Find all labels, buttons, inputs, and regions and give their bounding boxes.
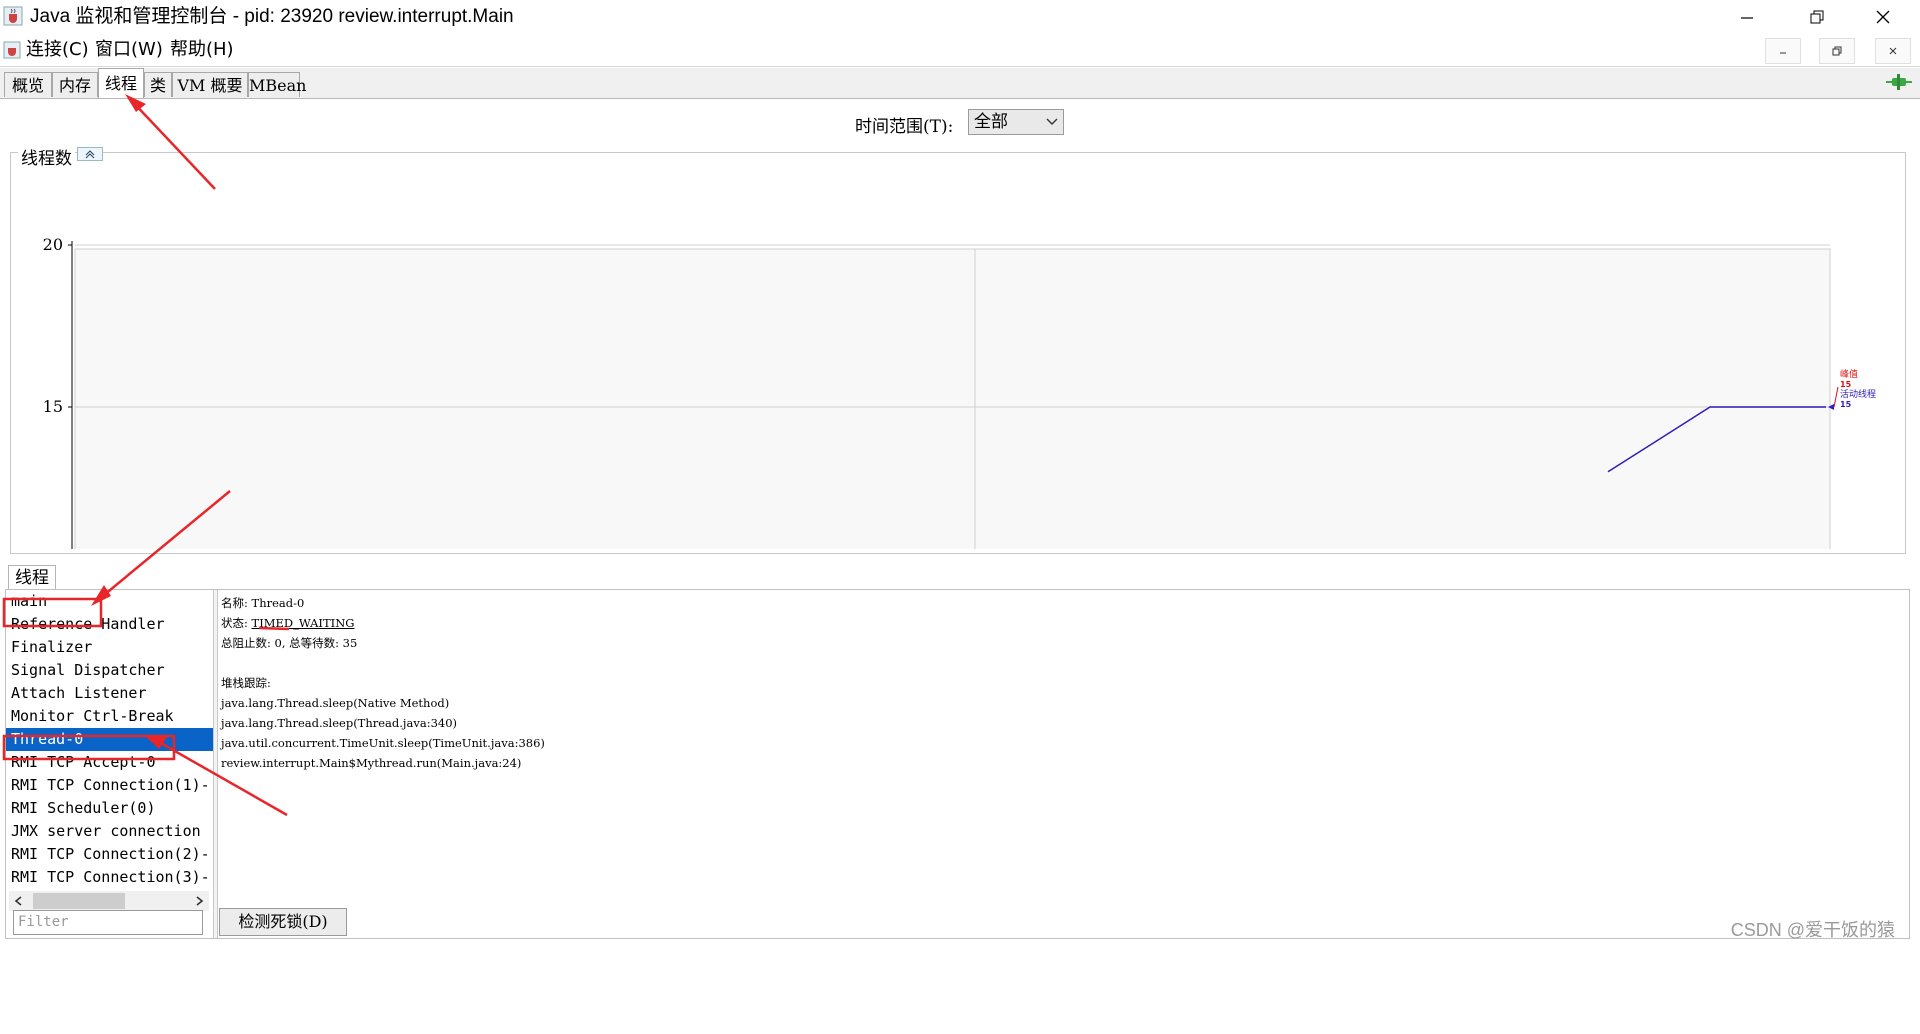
tab-vm-summary[interactable]: VM 概要 <box>172 72 248 97</box>
menu-window[interactable]: 窗口(W) <box>95 38 163 62</box>
inner-minimize-button[interactable] <box>1765 38 1801 64</box>
thread-list-item[interactable]: Signal Dispatcher <box>6 659 213 682</box>
thread-list-item[interactable]: Attach Listener <box>6 682 213 705</box>
detect-deadlock-button[interactable]: 检测死锁(D) <box>219 908 347 936</box>
stack-trace-line: java.lang.Thread.sleep(Native Method) <box>221 696 450 710</box>
minimize-button[interactable] <box>1712 0 1782 34</box>
filter-input[interactable]: Filter <box>13 910 203 935</box>
thread-list-item[interactable]: RMI TCP Accept-0 <box>6 751 213 774</box>
menu-connect[interactable]: 连接(C) <box>26 38 89 62</box>
java-cup-icon <box>3 6 23 26</box>
thread-list-item[interactable]: RMI TCP Connection(1)- <box>6 774 213 797</box>
legend-value: 15 <box>1840 380 1852 389</box>
watermark: CSDN @爱干饭的猿 <box>1730 920 1895 940</box>
tab-memory[interactable]: 内存 <box>52 72 98 97</box>
y-tick-label: 15 <box>43 397 63 416</box>
thread-list-item[interactable]: RMI Scheduler(0) <box>6 797 213 820</box>
legend-marker <box>1833 386 1839 408</box>
thread-list-item[interactable]: Monitor Ctrl-Break <box>6 705 213 728</box>
scrollbar-thumb[interactable] <box>33 893 125 909</box>
chevron-right-icon[interactable] <box>193 895 205 907</box>
tab-mbean[interactable]: MBean <box>248 72 306 97</box>
thread-count-chart: 20151020:42峰值15活动线程15 <box>43 235 1876 549</box>
horizontal-scrollbar[interactable] <box>9 891 209 911</box>
thread-list-item[interactable]: RMI TCP Connection(3)- <box>6 866 213 889</box>
thread-list-item[interactable]: JMX server connection <box>6 820 213 843</box>
legend-label: 峰值 <box>1840 368 1858 380</box>
legend-label: 活动线程 <box>1840 388 1876 400</box>
y-tick-label: 20 <box>43 235 63 254</box>
stack-trace: java.lang.Thread.sleep(Native Method) jav… <box>221 693 545 773</box>
detail-counts: 总阻止数: 0, 总等待数: 35 <box>221 636 358 650</box>
stack-trace-line: review.interrupt.Main$Mythread.run(Main.… <box>221 756 522 770</box>
inner-close-button[interactable] <box>1875 38 1911 64</box>
thread-list-item[interactable]: RMI TCP Connection(4)- <box>6 889 213 890</box>
detail-state: 状态: TIMED_WAITING <box>221 613 545 633</box>
menu-help[interactable]: 帮助(H) <box>170 38 234 62</box>
connection-plug-icon[interactable] <box>1886 74 1912 90</box>
window-title: Java 监视和管理控制台 - pid: 23920 review.interr… <box>30 6 514 27</box>
threads-area: main Reference Handler Finalizer Signal Dis… <box>5 589 1910 940</box>
tab-classes[interactable]: 类 <box>144 72 172 97</box>
java-cup-icon <box>3 41 21 59</box>
thread-list-item[interactable]: Reference Handler <box>6 613 213 636</box>
time-range-value: 全部 <box>974 112 1008 132</box>
detail-state-value: TIMED_WAITING <box>251 616 355 630</box>
threads-panel: 时间范围(T): 全部 线程数 20151020:42峰值15活动线程15 线程… <box>0 99 1920 1034</box>
thread-list: main Reference Handler Finalizer Signal Dis… <box>6 590 213 890</box>
time-range-label: 时间范围(T): <box>855 117 954 137</box>
thread-list-item[interactable]: RMI TCP Connection(2)- <box>6 843 213 866</box>
stack-trace-line: java.lang.Thread.sleep(Thread.java:340) <box>221 716 458 730</box>
plot-area <box>74 248 1831 549</box>
menu-bar: 连接(C) 窗口(W) 帮助(H) <box>0 34 1920 67</box>
thread-list-item[interactable]: Finalizer <box>6 636 213 659</box>
close-button[interactable] <box>1848 0 1918 34</box>
chevron-down-icon <box>1046 118 1058 125</box>
restore-button[interactable] <box>1782 0 1852 34</box>
stack-trace-line: java.util.concurrent.TimeUnit.sleep(Time… <box>221 736 545 750</box>
tab-bar: 概览 内存 线程 类 VM 概要 MBean <box>0 68 1920 99</box>
split-divider[interactable] <box>213 590 218 938</box>
threads-subtab[interactable]: 线程 <box>8 565 56 590</box>
legend-value: 15 <box>1840 400 1852 409</box>
chevron-left-icon[interactable] <box>13 895 25 907</box>
detail-state-label: 状态: <box>221 616 252 630</box>
detail-name: 名称: Thread-0 <box>221 596 305 610</box>
thread-list-item[interactable]: main <box>6 590 213 613</box>
stack-trace-title: 堆栈跟踪: <box>221 676 271 690</box>
thread-list-item[interactable]: Thread-0 <box>6 728 213 751</box>
thread-details: 名称: Thread-0 状态: TIMED_WAITING 总阻止数: 0, … <box>221 593 545 773</box>
inner-restore-button[interactable] <box>1819 38 1855 64</box>
tab-threads[interactable]: 线程 <box>98 68 144 98</box>
time-range-select[interactable]: 全部 <box>968 109 1064 135</box>
title-bar: Java 监视和管理控制台 - pid: 23920 review.interr… <box>0 0 1920 34</box>
tab-overview[interactable]: 概览 <box>4 72 52 97</box>
